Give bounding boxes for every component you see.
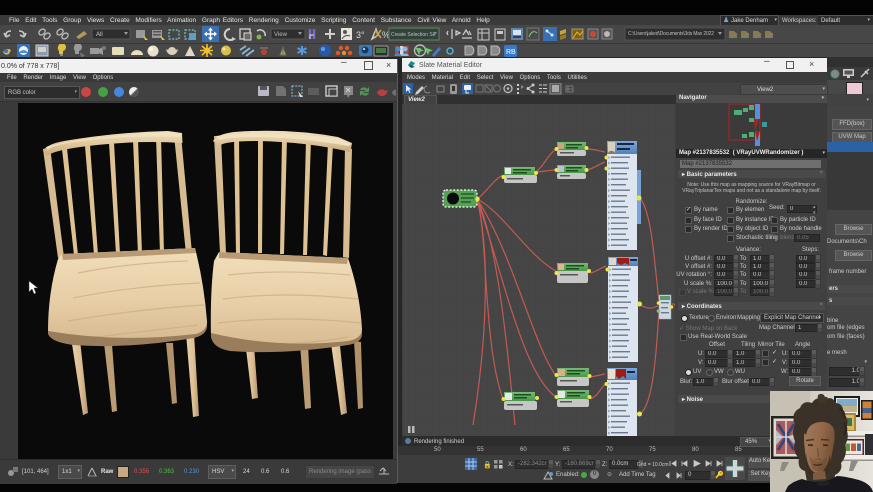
svg-text:All: All xyxy=(96,32,103,38)
svg-text:C:\Users\jaked\Documents\3ds M: C:\Users\jaked\Documents\3ds Max 2022 xyxy=(628,31,714,37)
svg-text:Create Selection Se: Create Selection Se xyxy=(391,32,436,38)
svg-text:View: View xyxy=(274,32,288,38)
svg-text:3°: 3° xyxy=(356,30,365,40)
svg-text:RB: RB xyxy=(506,49,516,56)
